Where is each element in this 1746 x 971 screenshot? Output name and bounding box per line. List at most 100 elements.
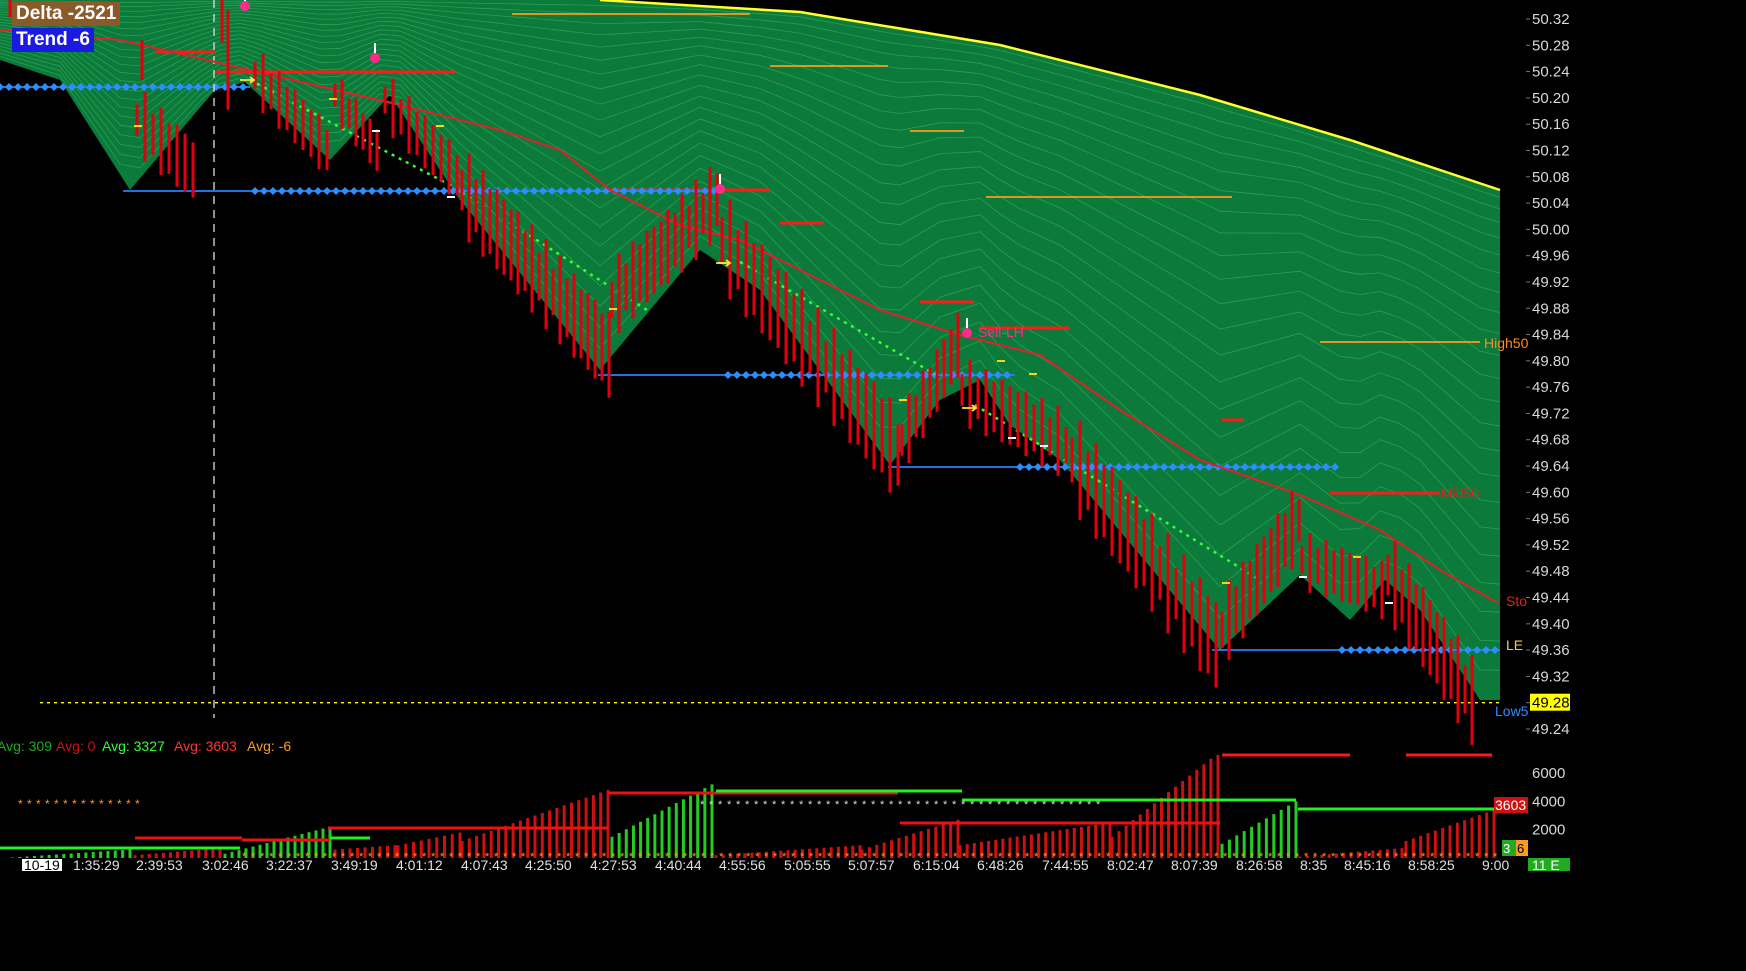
price-tick-label: 50.28 <box>1532 37 1570 54</box>
time-label: 8:35 <box>1300 857 1327 873</box>
volume-tick-label: 4000 <box>1532 793 1565 810</box>
white-star: * <box>1096 799 1101 811</box>
white-star: * <box>835 799 840 811</box>
volume-tick-label: 6000 <box>1532 765 1565 782</box>
white-star: * <box>727 799 732 811</box>
orange-star: * <box>72 797 77 811</box>
trading-chart[interactable]: 50.32 50.28 50.24 50.20 50.16 50.12 50.08 50.04… <box>0 0 1746 971</box>
white-star: * <box>853 799 858 811</box>
low-label: Low5 <box>1495 703 1529 719</box>
price-tick-label: 49.96 <box>1532 248 1570 265</box>
price-tick-label: 49.36 <box>1532 642 1570 659</box>
price-tick-label: 49.76 <box>1532 379 1570 396</box>
white-star: * <box>1033 799 1038 811</box>
time-label: 7:44:55 <box>1042 857 1089 873</box>
price-tick-label: 49.64 <box>1532 458 1570 475</box>
price-tick-label: 49.40 <box>1532 616 1570 633</box>
orange-star: * <box>54 797 59 811</box>
price-tick-label: 49.32 <box>1532 668 1570 685</box>
white-star: * <box>718 799 723 811</box>
time-label: 4:01:12 <box>396 857 443 873</box>
orange-star: * <box>45 797 50 811</box>
white-star: * <box>1006 799 1011 811</box>
white-star: * <box>1060 799 1065 811</box>
white-star: * <box>979 799 984 811</box>
orange-star: * <box>27 797 32 811</box>
price-tick-label: 49.68 <box>1532 432 1570 449</box>
trend-badge: Trend -6 <box>12 28 94 52</box>
white-star: * <box>952 799 957 811</box>
price-tick-label: 49.92 <box>1532 274 1570 291</box>
orange-star: * <box>135 797 140 811</box>
orange-star: * <box>36 797 41 811</box>
current-price-label: 49.28 <box>1532 695 1570 712</box>
white-star: * <box>997 799 1002 811</box>
price-tick-label: 50.20 <box>1532 90 1570 107</box>
time-label: 6:48:26 <box>977 857 1024 873</box>
time-label: 5:07:57 <box>848 857 895 873</box>
time-label: 4:55:56 <box>719 857 766 873</box>
white-star: * <box>709 799 714 811</box>
orange-star: * <box>90 797 95 811</box>
orange-star: * <box>117 797 122 811</box>
price-tick-label: 49.48 <box>1532 563 1570 580</box>
white-star: * <box>799 799 804 811</box>
time-label: 9:00 <box>1482 857 1509 873</box>
price-tick-label: 50.24 <box>1532 64 1570 81</box>
time-label: 3:02:46 <box>202 857 249 873</box>
white-star: * <box>1087 799 1092 811</box>
white-star: * <box>916 799 921 811</box>
time-label: 4:07:43 <box>461 857 508 873</box>
price-tick-label: 50.12 <box>1532 142 1570 159</box>
delta-badge: Delta -2521 <box>12 2 121 26</box>
time-label: 6:15:04 <box>913 857 960 873</box>
sell-marker <box>240 1 250 11</box>
time-label: 3:49:19 <box>331 857 378 873</box>
volume-tick-label: 2000 <box>1532 822 1565 839</box>
white-star: * <box>1042 799 1047 811</box>
time-label: 4:25:50 <box>525 857 572 873</box>
time-label: 5:05:55 <box>784 857 831 873</box>
white-star: * <box>934 799 939 811</box>
price-tick-label: 49.24 <box>1532 721 1570 738</box>
price-tick-label: 50.16 <box>1532 116 1570 133</box>
time-label: 3:22:37 <box>266 857 313 873</box>
time-label: 4:40:44 <box>655 857 702 873</box>
high-label: High50 <box>1484 335 1529 351</box>
mid-label: Mid50 <box>1441 485 1479 501</box>
white-star: * <box>988 799 993 811</box>
white-star: * <box>1069 799 1074 811</box>
white-star: * <box>736 799 741 811</box>
orange-star: * <box>99 797 104 811</box>
white-star: * <box>1015 799 1020 811</box>
orange-star: * <box>18 797 23 811</box>
time-label: 4:27:53 <box>590 857 637 873</box>
time-label: 8:02:47 <box>1107 857 1154 873</box>
time-label: 2:39:53 <box>136 857 183 873</box>
orange-star: * <box>108 797 113 811</box>
price-tick-label: 50.04 <box>1532 195 1570 212</box>
time-label: 10-19 <box>24 857 60 873</box>
volume-green-badge-text: 3 <box>1503 841 1510 856</box>
white-star: * <box>907 799 912 811</box>
price-tick-label: 50.00 <box>1532 221 1570 238</box>
white-star: * <box>763 799 768 811</box>
sell-label: Sell-LH <box>978 324 1024 340</box>
price-tick-label: 49.72 <box>1532 405 1570 422</box>
white-star: * <box>844 799 849 811</box>
white-star: * <box>961 799 966 811</box>
white-star: * <box>781 799 786 811</box>
white-star: * <box>1024 799 1029 811</box>
volume-orange-badge-text: 6 <box>1517 841 1524 856</box>
price-tick-label: 50.32 <box>1532 11 1570 28</box>
white-star: * <box>772 799 777 811</box>
white-star: * <box>1078 799 1083 811</box>
time-axis[interactable]: 10-19 1:35:29 2:39:53 3:02:46 3:22:37 3:49:19… <box>0 857 1746 873</box>
sell-marker <box>715 184 725 194</box>
time-label: 8:45:16 <box>1344 857 1391 873</box>
price-tick-label: 49.84 <box>1532 327 1570 344</box>
sell-marker <box>962 328 972 338</box>
time-label: 8:26:58 <box>1236 857 1283 873</box>
white-star: * <box>970 799 975 811</box>
white-star: * <box>925 799 930 811</box>
